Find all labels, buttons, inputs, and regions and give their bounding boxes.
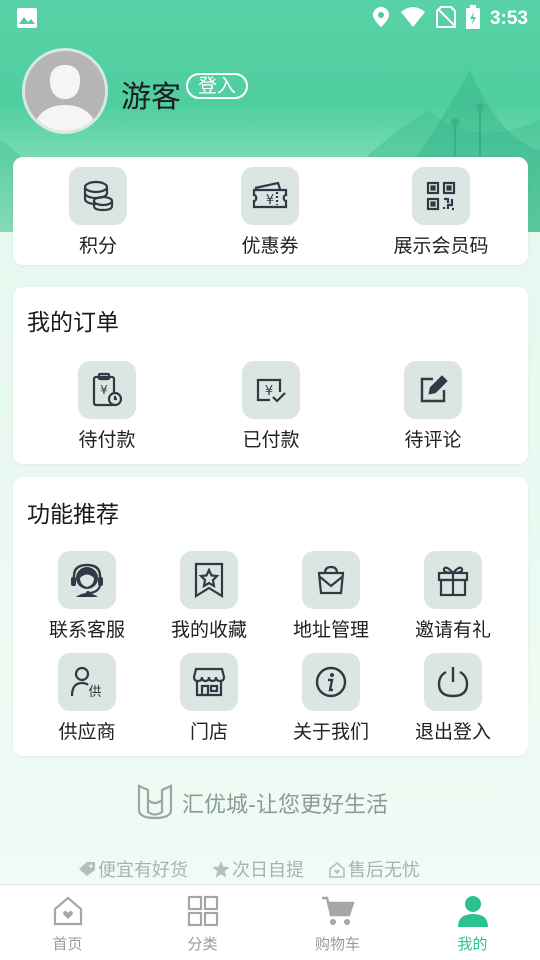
feature-address-label: 地址管理	[292, 619, 369, 641]
supplier-icon: 供	[58, 653, 116, 711]
feature-about[interactable]: 关于我们	[291, 653, 371, 744]
feature-store[interactable]: 门店	[179, 653, 239, 744]
address-bag-icon	[302, 551, 360, 609]
battery-icon	[465, 5, 480, 33]
store-icon	[180, 653, 238, 711]
nav-category[interactable]: 分类	[135, 885, 270, 960]
nav-profile-label: 我的	[457, 935, 488, 953]
house-heart-icon	[329, 861, 345, 878]
promise-cheap: 便宜有好货	[78, 856, 188, 882]
category-icon	[187, 895, 218, 927]
feature-favorites-label: 我的收藏	[170, 619, 247, 641]
feature-favorites[interactable]: 我的收藏	[169, 551, 249, 642]
nav-home-label: 首页	[52, 935, 83, 953]
promise-pickup-label: 次日自提	[232, 860, 304, 881]
yen-check-icon: ¥	[242, 361, 300, 419]
coupon-item[interactable]: ¥ 优惠券	[235, 167, 305, 258]
feature-address[interactable]: 地址管理	[291, 551, 371, 642]
home-icon	[53, 896, 82, 926]
features-title: 功能推荐	[27, 502, 119, 528]
feature-logout[interactable]: 退出登入	[413, 653, 493, 744]
feature-supplier-label: 供应商	[58, 721, 116, 743]
coupon-label: 优惠券	[241, 235, 299, 257]
bottom-navigation: 首页 分类 购物车 我的	[0, 884, 540, 960]
coupon-icon: ¥	[241, 167, 299, 225]
coins-icon	[69, 167, 127, 225]
slogan: 汇优城-让您更好生活	[136, 782, 388, 824]
username: 游客	[121, 80, 181, 115]
nav-cart[interactable]: 购物车	[270, 885, 405, 960]
edit-icon	[404, 361, 462, 419]
nav-cart-label: 购物车	[314, 935, 360, 953]
info-icon	[302, 653, 360, 711]
nav-home[interactable]: 首页	[0, 885, 135, 960]
order-pending-payment[interactable]: ¥ 待付款	[77, 361, 137, 452]
nav-category-label: 分类	[187, 935, 218, 953]
feature-about-label: 关于我们	[292, 721, 369, 743]
order-pending-review-label: 待评论	[404, 429, 462, 451]
member-code-label: 展示会员码	[393, 235, 489, 257]
points-label: 积分	[78, 235, 117, 257]
wifi-icon	[400, 6, 426, 32]
nav-profile[interactable]: 我的	[405, 885, 540, 960]
order-paid-label: 已付款	[242, 429, 300, 451]
order-pending-payment-label: 待付款	[78, 429, 136, 451]
points-item[interactable]: 积分	[68, 167, 128, 258]
service-promises: 便宜有好货 次日自提 售后无忧	[78, 856, 478, 882]
cart-icon	[321, 896, 355, 925]
star-icon	[212, 860, 230, 877]
order-paid[interactable]: ¥ 已付款	[241, 361, 301, 452]
promise-aftersale: 售后无忧	[328, 856, 420, 882]
power-icon	[424, 653, 482, 711]
clock-time: 3:53	[489, 8, 528, 29]
location-icon	[372, 6, 390, 32]
feature-customer-service-label: 联系客服	[48, 619, 125, 641]
clipboard-clock-icon: ¥	[78, 361, 136, 419]
tag-icon	[79, 862, 95, 876]
feature-logout-label: 退出登入	[414, 721, 491, 743]
orders-title: 我的订单	[27, 310, 119, 336]
member-code-item[interactable]: 展示会员码	[391, 167, 491, 258]
brand-logo-icon	[136, 782, 174, 824]
qrcode-icon	[412, 167, 470, 225]
headset-icon	[58, 551, 116, 609]
feature-store-label: 门店	[189, 721, 228, 743]
feature-invite-label: 邀请有礼	[414, 619, 491, 641]
promise-aftersale-label: 售后无忧	[348, 860, 420, 881]
no-sim-icon	[435, 6, 456, 32]
promise-cheap-label: 便宜有好货	[98, 860, 188, 881]
svg-text:¥: ¥	[266, 193, 274, 208]
login-button[interactable]: 登入	[186, 73, 248, 99]
feature-supplier[interactable]: 供 供应商	[57, 653, 117, 744]
slogan-text: 汇优城-让您更好生活	[182, 793, 388, 818]
gift-icon	[424, 551, 482, 609]
quick-actions-card: 积分 ¥ 优惠券 展示会员码	[13, 157, 528, 265]
image-icon	[16, 7, 38, 33]
avatar[interactable]	[22, 48, 108, 134]
feature-customer-service[interactable]: 联系客服	[47, 551, 127, 642]
svg-text:供: 供	[88, 685, 101, 699]
features-card: 功能推荐 联系客服 我的收藏 地址管理 邀请有礼 供 供应商 门店 关于我们 退…	[13, 477, 528, 756]
bookmark-star-icon	[180, 551, 238, 609]
order-pending-review[interactable]: 待评论	[403, 361, 463, 452]
svg-text:¥: ¥	[100, 383, 108, 397]
orders-card: 我的订单 ¥ 待付款 ¥ 已付款 待评论	[13, 287, 528, 464]
svg-text:¥: ¥	[265, 384, 273, 399]
feature-invite[interactable]: 邀请有礼	[413, 551, 493, 642]
status-bar: 3:53	[0, 0, 540, 36]
user-icon	[457, 896, 488, 927]
promise-pickup: 次日自提	[212, 856, 304, 882]
